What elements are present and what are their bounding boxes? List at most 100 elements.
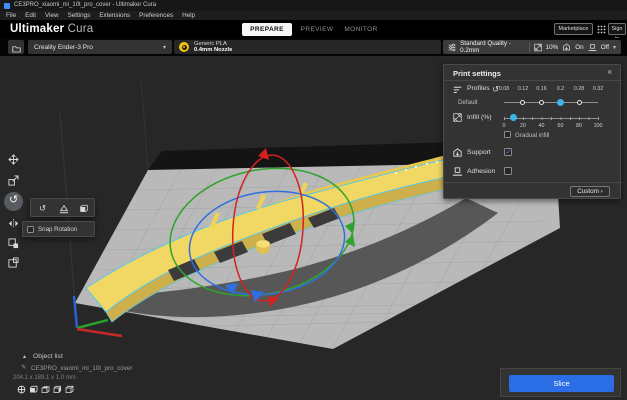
brand-light: Cura bbox=[68, 23, 94, 35]
printer-selector[interactable]: Creality Ender-3 Pro ▾ bbox=[28, 40, 172, 54]
infill-tick: 100 bbox=[588, 123, 608, 129]
profile-slider-track[interactable] bbox=[504, 102, 598, 103]
lay-flat-icon[interactable] bbox=[59, 204, 69, 214]
gradual-infill-label: Gradual infill bbox=[515, 132, 549, 139]
view-right-icon[interactable] bbox=[65, 385, 74, 394]
action-panel: Slice bbox=[500, 368, 621, 397]
support-label: Support bbox=[467, 149, 491, 156]
infill-tick: 0 bbox=[494, 123, 514, 129]
menu-view[interactable]: View bbox=[45, 11, 59, 20]
app-icon bbox=[4, 3, 10, 9]
profile-tick: 0.2 bbox=[551, 86, 571, 92]
model-button-top bbox=[256, 240, 270, 248]
adhesion-icon bbox=[452, 166, 463, 177]
open-file-button[interactable] bbox=[8, 40, 24, 54]
support-blocker-button[interactable] bbox=[8, 257, 19, 268]
material-spool-icon bbox=[179, 42, 189, 52]
align-face-icon[interactable] bbox=[79, 204, 89, 214]
adhesion-icon bbox=[588, 43, 597, 52]
profiles-label: Profiles bbox=[467, 85, 490, 92]
edit-pencil-icon[interactable]: ✎ bbox=[21, 364, 26, 371]
tab-preview[interactable]: PREVIEW bbox=[296, 23, 338, 36]
window-titlebar[interactable]: CE3PRO_xiaomi_mi_10t_pro_cover - Ultimak… bbox=[0, 0, 627, 11]
per-model-settings-button[interactable] bbox=[8, 238, 19, 249]
profile-tick: 0.12 bbox=[513, 86, 533, 92]
menu-help[interactable]: Help bbox=[182, 11, 195, 20]
infill-icon bbox=[453, 113, 462, 122]
print-settings-panel: Print settings × Profiles ↺ 0.08 0.12 0.… bbox=[443, 64, 621, 199]
nozzle-size: 0.4mm Nozzle bbox=[194, 47, 232, 54]
divider bbox=[529, 43, 530, 52]
tab-prepare[interactable]: PREPARE bbox=[242, 23, 292, 36]
window-title: CE3PRO_xiaomi_mi_10t_pro_cover - Ultimak… bbox=[14, 0, 156, 11]
snap-rotation-panel: Snap Rotation bbox=[22, 221, 95, 237]
view-left-icon[interactable] bbox=[53, 385, 62, 394]
configuration-bar: Creality Ender-3 Pro ▾ Generic PLA 0.4mm… bbox=[0, 38, 627, 56]
chevron-down-icon: ▾ bbox=[163, 44, 166, 51]
menu-file[interactable]: File bbox=[6, 11, 16, 20]
scale-tool-button[interactable] bbox=[8, 175, 19, 186]
material-selector[interactable]: Generic PLA 0.4mm Nozzle bbox=[174, 40, 441, 54]
profile-stop-028[interactable] bbox=[577, 100, 582, 105]
infill-icon bbox=[534, 43, 542, 52]
object-list-item[interactable]: CE3PRO_xiaomi_mi_10t_pro_cover bbox=[31, 365, 133, 372]
infill-label: Infill (%) bbox=[467, 114, 492, 121]
app-header: Ultimaker Cura PREPARE PREVIEW MONITOR M… bbox=[0, 20, 627, 38]
tab-monitor[interactable]: MONITOR bbox=[340, 23, 382, 36]
cura-window: CE3PRO_xiaomi_mi_10t_pro_cover - Ultimak… bbox=[0, 0, 627, 400]
menu-edit[interactable]: Edit bbox=[25, 11, 36, 20]
profile-tick: 0.08 bbox=[494, 86, 514, 92]
infill-tick: 60 bbox=[551, 123, 571, 129]
profile-tick: 0.28 bbox=[569, 86, 589, 92]
snap-rotation-label: Snap Rotation bbox=[38, 226, 77, 233]
reset-rotation-icon[interactable]: ↺ bbox=[39, 204, 46, 213]
adhesion-checkbox[interactable] bbox=[504, 167, 512, 175]
menu-extensions[interactable]: Extensions bbox=[99, 11, 130, 20]
view-top-icon[interactable] bbox=[41, 385, 50, 394]
adhesion-summary: Off bbox=[601, 44, 609, 51]
support-checkbox[interactable] bbox=[504, 148, 512, 156]
infill-tick: 20 bbox=[513, 123, 533, 129]
chevron-down-icon[interactable]: ▾ bbox=[613, 44, 616, 51]
menu-settings[interactable]: Settings bbox=[68, 11, 91, 20]
infill-tick: 40 bbox=[532, 123, 552, 129]
profiles-icon bbox=[453, 85, 462, 94]
marketplace-button[interactable]: Marketplace bbox=[554, 23, 593, 35]
tune-sliders-icon bbox=[448, 43, 456, 52]
infill-tick: 80 bbox=[569, 123, 589, 129]
profile-stop-012[interactable] bbox=[520, 100, 525, 105]
close-icon[interactable]: × bbox=[607, 68, 612, 77]
object-list-header[interactable]: Object list bbox=[33, 353, 63, 360]
view-3d-icon[interactable] bbox=[17, 385, 26, 394]
profile-summary: Standard Quality - 0.2mm bbox=[460, 40, 525, 54]
custom-settings-button[interactable]: Custom › bbox=[570, 186, 610, 197]
support-icon bbox=[452, 147, 463, 158]
app-logo: Ultimaker Cura bbox=[10, 23, 93, 35]
infill-slider-handle[interactable] bbox=[510, 114, 517, 121]
sign-in-button[interactable]: Sign in bbox=[608, 23, 626, 35]
rotate-tool-panel: ↺ bbox=[30, 198, 95, 217]
apps-grid-icon[interactable] bbox=[597, 25, 606, 34]
print-settings-summary[interactable]: Standard Quality - 0.2mm 10% On Off ▾ bbox=[443, 40, 621, 54]
mirror-tool-button[interactable] bbox=[8, 218, 19, 229]
infill-slider-track[interactable] bbox=[504, 117, 599, 120]
slice-button[interactable]: Slice bbox=[509, 375, 614, 392]
support-icon bbox=[562, 42, 571, 52]
menu-preferences[interactable]: Preferences bbox=[139, 11, 173, 20]
snap-rotation-checkbox[interactable] bbox=[27, 226, 34, 233]
chevron-right-icon: › bbox=[601, 188, 603, 195]
printer-name: Creality Ender-3 Pro bbox=[34, 44, 93, 51]
folder-icon bbox=[12, 45, 21, 53]
default-profile-label: Default bbox=[458, 99, 478, 106]
support-summary: On bbox=[575, 44, 583, 51]
profile-tick: 0.32 bbox=[588, 86, 608, 92]
profile-stop-016[interactable] bbox=[539, 100, 544, 105]
profile-stop-selected[interactable] bbox=[557, 99, 564, 106]
view-front-icon[interactable] bbox=[29, 385, 38, 394]
gradual-infill-checkbox[interactable] bbox=[504, 131, 511, 138]
move-tool-button[interactable] bbox=[8, 154, 19, 165]
chevron-up-icon[interactable]: ▴ bbox=[23, 353, 26, 360]
print-settings-title: Print settings bbox=[453, 69, 501, 78]
custom-label: Custom bbox=[577, 188, 599, 195]
rotate-tool-button[interactable]: ↺ bbox=[9, 196, 18, 205]
